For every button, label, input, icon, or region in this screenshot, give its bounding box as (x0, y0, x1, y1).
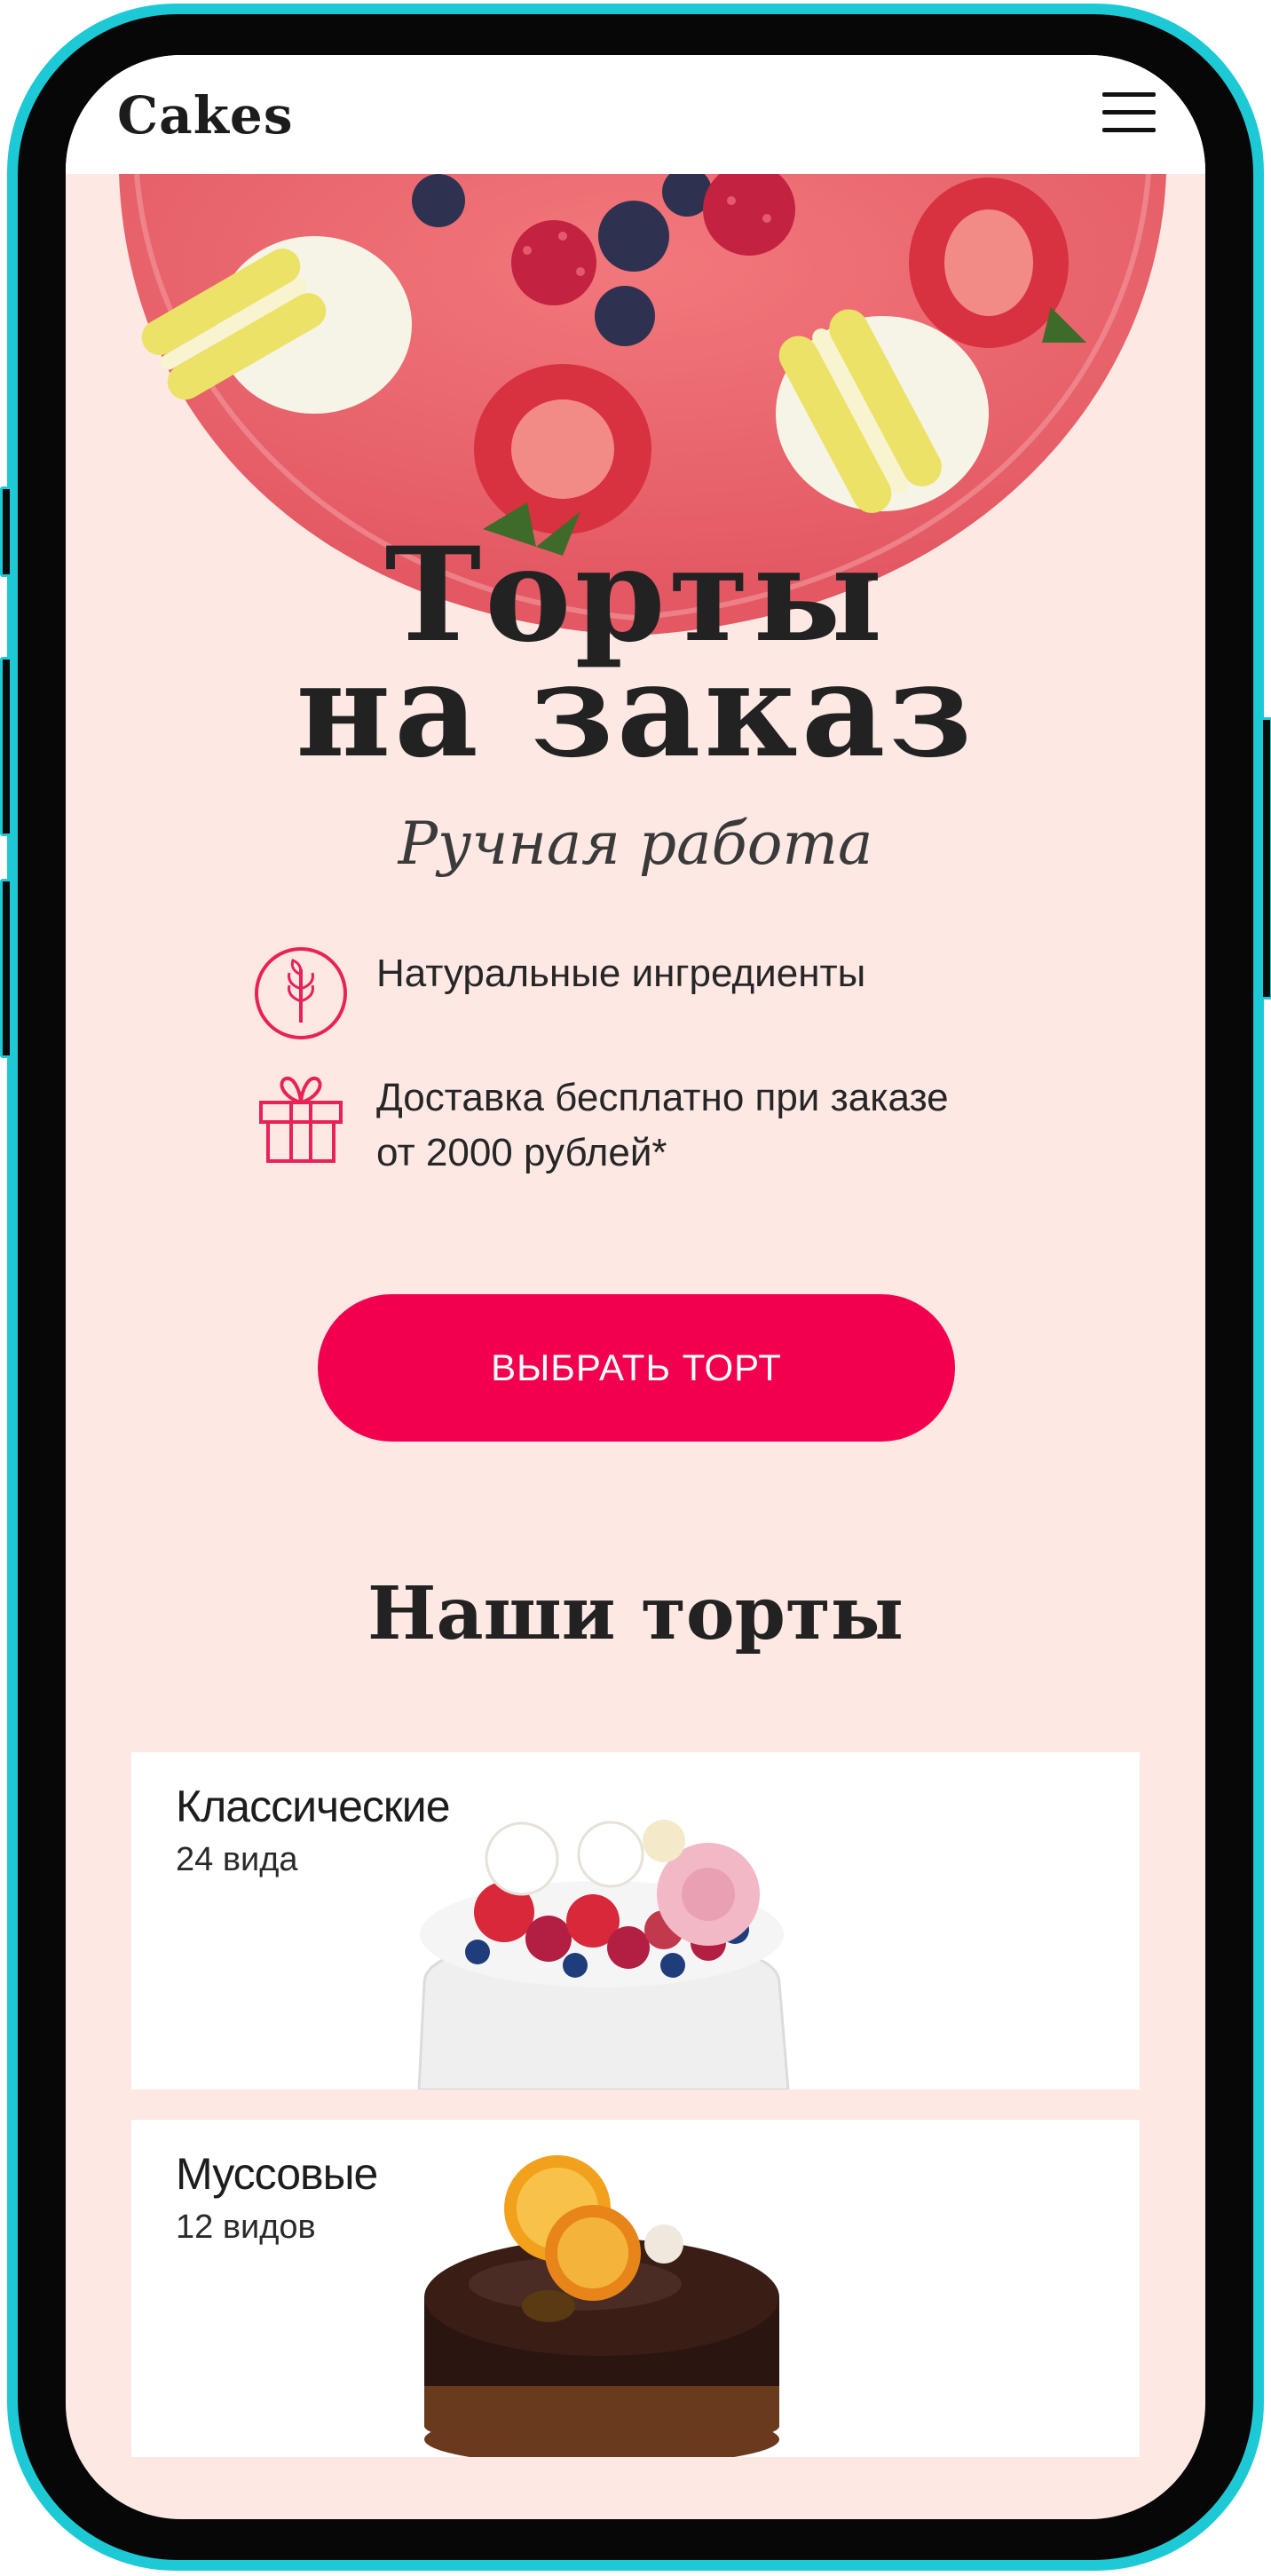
catalog-card-classic[interactable]: Классические 24 вида (131, 1752, 1140, 2090)
gift-icon (259, 1076, 343, 1163)
phone-screen: Cakes Торты на заказ Ручная работа Натур… (66, 55, 1205, 2519)
wheat-icon (255, 947, 347, 1039)
phone-side-button-volume-down (0, 879, 12, 1058)
catalog-title: Наши торты (367, 1571, 904, 1656)
site-logo[interactable]: Cakes (117, 85, 293, 146)
feature-free-delivery-text: Доставка бесплатно при заказе от 2000 ру… (376, 1071, 949, 1181)
feature-free-delivery-line2: от 2000 рублей* (376, 1131, 667, 1174)
site-header: Cakes (66, 55, 1205, 174)
feature-free-delivery-line1: Доставка бесплатно при заказе (376, 1076, 949, 1119)
feature-natural-ingredients-text: Натуральные ингредиенты (376, 952, 866, 995)
catalog-card-mousse-count: 12 видов (176, 2209, 316, 2246)
hamburger-menu-icon[interactable] (1102, 92, 1156, 135)
phone-side-button-silent (0, 486, 12, 577)
catalog-card-classic-count: 24 вида (176, 1841, 298, 1878)
catalog-card-mousse[interactable]: Муссовые 12 видов (131, 2120, 1140, 2457)
catalog-card-mousse-title: Муссовые (176, 2149, 378, 2199)
phone-side-button-power (1260, 717, 1271, 1000)
catalog-card-classic-title: Классические (176, 1782, 451, 1831)
phone-side-button-volume-up (0, 657, 12, 836)
hero-title-line2: на заказ (296, 635, 975, 786)
hero-subtitle: Ручная работа (398, 810, 873, 878)
choose-cake-button[interactable]: ВЫБРАТЬ ТОРТ (318, 1294, 955, 1442)
